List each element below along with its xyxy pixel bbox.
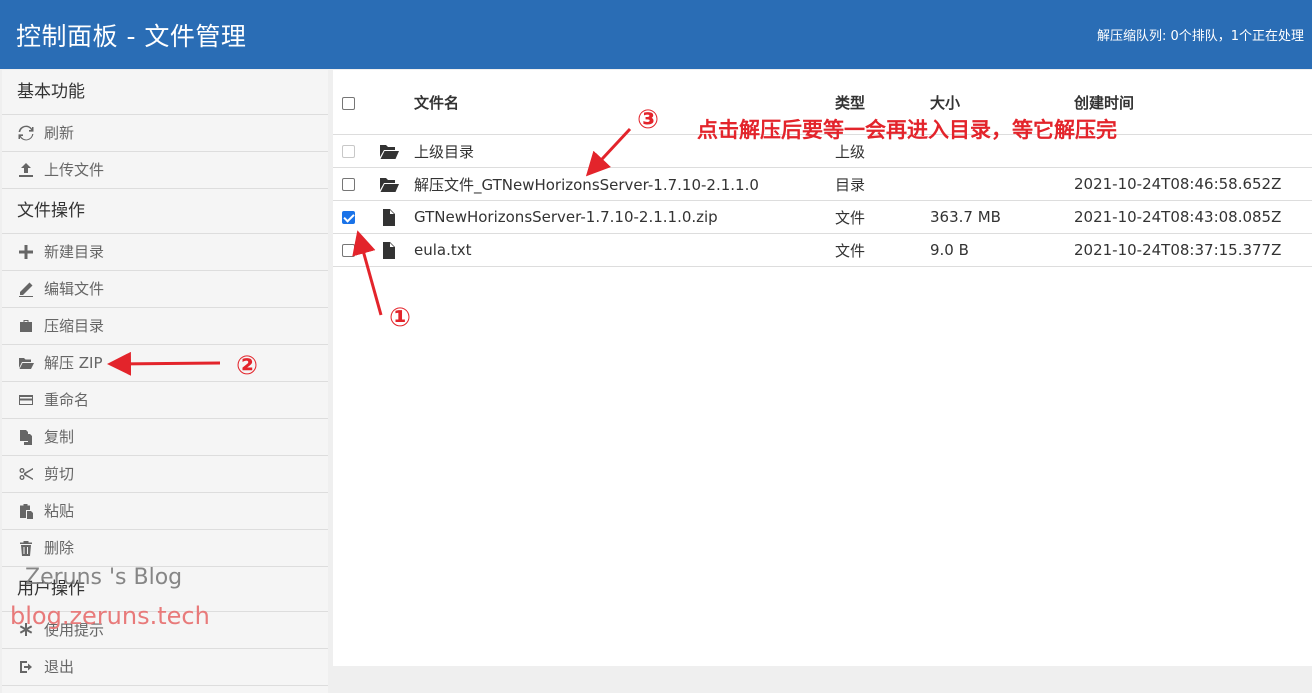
sidebar-item-refresh[interactable]: 刷新: [2, 115, 328, 152]
sidebar-item-label: 重命名: [44, 391, 90, 409]
sidebar-item-label: 退出: [44, 658, 75, 676]
file-type: 文件: [835, 241, 866, 260]
sidebar-item-compress[interactable]: 压缩目录: [2, 308, 328, 345]
paste-icon: [17, 502, 35, 520]
sidebar-item-label: 解压 ZIP: [44, 354, 103, 372]
annotation-step3: ③: [637, 105, 660, 135]
sidebar-item-new-folder[interactable]: 新建目录: [2, 234, 328, 271]
file-size: 9.0 B: [930, 241, 969, 259]
sidebar-item-delete[interactable]: 删除: [2, 530, 328, 567]
sidebar-item-cut[interactable]: 剪切: [2, 456, 328, 493]
table-row[interactable]: eula.txt 文件 9.0 B 2021-10-24T08:37:15.37…: [333, 234, 1312, 267]
annotation-step2: ②: [236, 351, 259, 381]
decompress-queue-status: 解压缩队列: 0个排队，1个正在处理: [1096, 29, 1304, 44]
watermark-blog-name: Zeruns 's Blog: [25, 565, 183, 590]
card-icon: [17, 391, 35, 409]
sidebar-item-label: 编辑文件: [44, 280, 105, 298]
sidebar-item-label: 粘贴: [44, 502, 75, 520]
annotation-note: 点击解压后要等一会再进入目录，等它解压完: [697, 118, 1117, 142]
annotation-step1: ①: [389, 303, 412, 333]
table-row[interactable]: 解压文件_GTNewHorizonsServer-1.7.10-2.1.1.0 …: [333, 168, 1312, 201]
row-checkbox[interactable]: [342, 234, 355, 266]
file-size: 363.7 MB: [930, 208, 1001, 226]
trash-icon: [17, 539, 35, 557]
file-icon: [379, 201, 399, 233]
file-name[interactable]: 上级目录: [414, 135, 474, 167]
file-type: 文件: [835, 208, 866, 227]
section-basic-functions: 基本功能: [2, 70, 328, 115]
sidebar-item-label: 复制: [44, 428, 75, 446]
sidebar-item-label: 新建目录: [44, 243, 105, 261]
file-created: 2021-10-24T08:46:58.652Z: [1074, 175, 1282, 193]
sidebar-item-label: 刷新: [44, 124, 75, 142]
file-name[interactable]: 解压文件_GTNewHorizonsServer-1.7.10-2.1.1.0: [414, 168, 759, 200]
checkbox[interactable]: [342, 96, 355, 110]
app-header: 控制面板 - 文件管理 解压缩队列: 0个排队，1个正在处理: [0, 0, 1312, 69]
plus-icon: [17, 243, 35, 261]
select-all-checkbox[interactable]: [342, 70, 355, 134]
sidebar-item-label: 压缩目录: [44, 317, 105, 335]
sidebar: 基本功能 刷新 上传文件 文件操作 新建目录 编辑文件 压缩目录 解压 ZIP …: [2, 70, 328, 693]
file-icon: [379, 234, 399, 266]
sidebar-item-logout[interactable]: 退出: [2, 649, 328, 686]
checkbox[interactable]: [342, 177, 355, 191]
copy-icon: [17, 428, 35, 446]
checkbox[interactable]: [342, 243, 355, 257]
pencil-icon: [17, 280, 35, 298]
sidebar-item-copy[interactable]: 复制: [2, 419, 328, 456]
sidebar-item-upload[interactable]: 上传文件: [2, 152, 328, 189]
checkbox-disabled: [342, 144, 355, 158]
sidebar-item-label: 删除: [44, 539, 75, 557]
sidebar-item-label: 剪切: [44, 465, 75, 483]
folder-open-icon: [379, 168, 399, 200]
page-title: 控制面板 - 文件管理: [16, 22, 247, 51]
file-list-panel: 文件名 类型 大小 创建时间 上级目录 上级 解压文件_GTNewHorizon…: [333, 70, 1312, 666]
sidebar-item-rename[interactable]: 重命名: [2, 382, 328, 419]
file-name[interactable]: eula.txt: [414, 234, 472, 266]
refresh-icon: [17, 124, 35, 142]
scissors-icon: [17, 465, 35, 483]
table-row[interactable]: GTNewHorizonsServer-1.7.10-2.1.1.0.zip 文…: [333, 201, 1312, 234]
column-header-name[interactable]: 文件名: [414, 70, 459, 134]
row-checkbox[interactable]: [342, 201, 355, 233]
sidebar-item-unzip[interactable]: 解压 ZIP: [2, 345, 328, 382]
upload-icon: [17, 161, 35, 179]
sidebar-item-label: 上传文件: [44, 161, 105, 179]
briefcase-icon: [17, 317, 35, 335]
file-type: 目录: [835, 175, 866, 194]
watermark-blog-url: blog.zeruns.tech: [10, 602, 210, 630]
folder-open-icon: [17, 354, 35, 372]
row-checkbox: [342, 135, 355, 167]
checkbox-checked[interactable]: [342, 210, 355, 224]
logout-icon: [17, 658, 35, 676]
section-file-operations: 文件操作: [2, 189, 328, 234]
sidebar-item-edit-file[interactable]: 编辑文件: [2, 271, 328, 308]
file-created: 2021-10-24T08:37:15.377Z: [1074, 241, 1282, 259]
row-checkbox[interactable]: [342, 168, 355, 200]
file-name[interactable]: GTNewHorizonsServer-1.7.10-2.1.1.0.zip: [414, 201, 718, 233]
file-created: 2021-10-24T08:43:08.085Z: [1074, 208, 1282, 226]
folder-open-icon: [379, 135, 399, 167]
sidebar-item-paste[interactable]: 粘贴: [2, 493, 328, 530]
